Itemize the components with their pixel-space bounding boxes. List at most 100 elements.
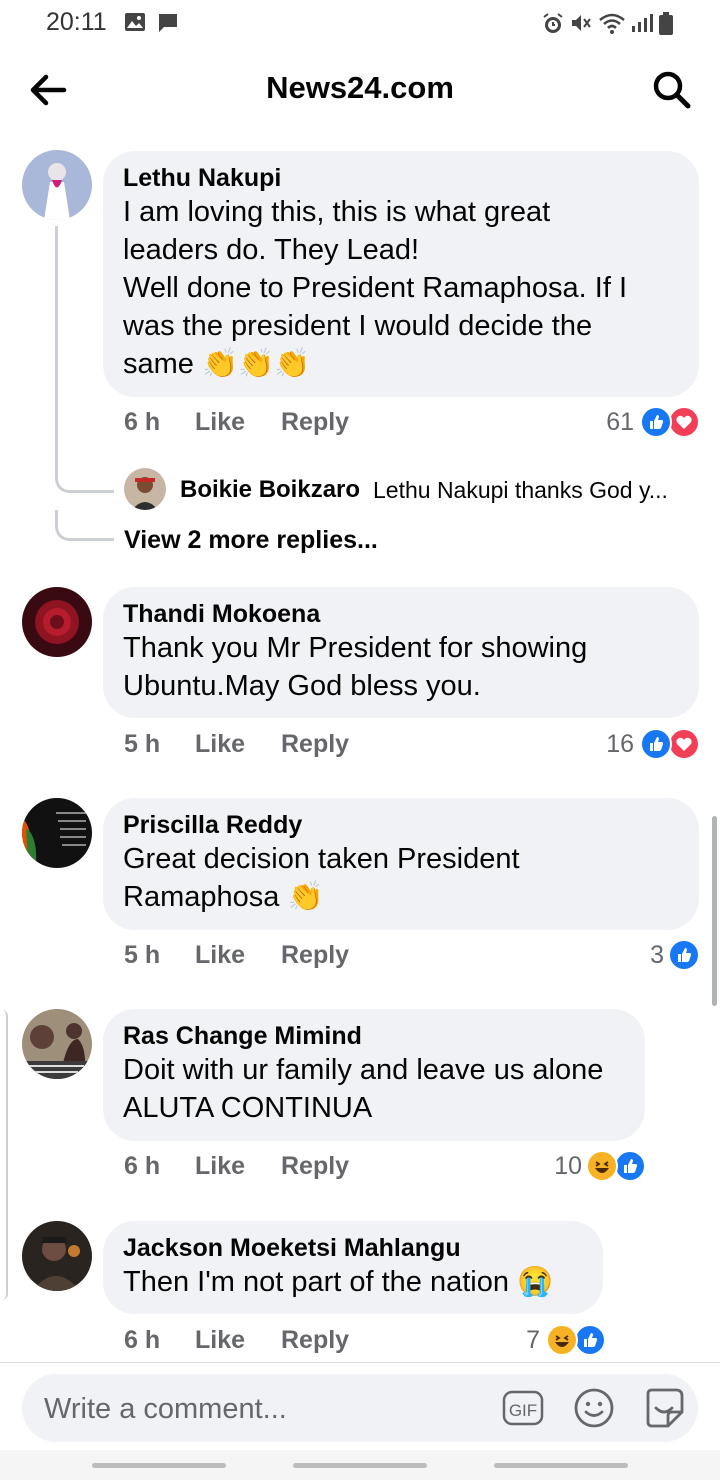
reply-author[interactable]: Boikie Boikzaro xyxy=(180,476,360,504)
emoji-icon[interactable] xyxy=(572,1386,616,1430)
reaction-count: 61 xyxy=(606,408,634,436)
clapping-hands-emoji: 👏👏👏 xyxy=(201,348,311,380)
comment-text-line: Doit with ur family and leave us alone xyxy=(123,1054,604,1086)
comment-author[interactable]: Lethu Nakupi xyxy=(123,163,679,193)
mute-icon xyxy=(572,15,591,31)
status-bar: 20:11 xyxy=(0,0,720,44)
clapping-hands-emoji: 👏 xyxy=(287,881,324,913)
like-reaction-icon xyxy=(574,1324,606,1356)
alarm-icon xyxy=(543,13,563,33)
comment-author[interactable]: Thandi Mokoena xyxy=(123,599,679,629)
nav-recent-apps[interactable] xyxy=(92,1463,226,1468)
comment-time[interactable]: 6 h xyxy=(124,1326,160,1355)
crying-face-emoji: 😭 xyxy=(517,1266,554,1298)
nav-home[interactable] xyxy=(293,1463,427,1468)
reaction-count: 7 xyxy=(526,1326,540,1354)
reply-button[interactable]: Reply xyxy=(281,408,349,437)
reaction-summary[interactable]: 7 xyxy=(508,1324,608,1358)
comment-bubble: Lethu Nakupi I am loving this, this is w… xyxy=(103,151,699,397)
comment-actions: 6 h Like Reply xyxy=(124,408,424,442)
reaction-count: 16 xyxy=(606,730,634,758)
comment-time[interactable]: 5 h xyxy=(124,941,160,970)
like-button[interactable]: Like xyxy=(195,941,245,970)
reaction-summary[interactable]: 16 xyxy=(600,728,700,762)
comment-bubble: Jackson Moeketsi Mahlangu Then I'm not p… xyxy=(103,1221,603,1314)
avatar[interactable] xyxy=(22,798,92,868)
comment-composer: GIF xyxy=(22,1374,698,1442)
love-reaction-icon xyxy=(668,406,700,438)
sticker-icon[interactable] xyxy=(640,1384,688,1432)
comment-author[interactable]: Ras Change Mimind xyxy=(123,1021,625,1051)
avatar[interactable] xyxy=(22,1009,92,1079)
comment-actions: 5 h Like Reply xyxy=(124,941,424,975)
comment-text-line: Great decision taken President xyxy=(123,843,520,875)
reply-button[interactable]: Reply xyxy=(281,730,349,759)
reply-text: Lethu Nakupi thanks God y... xyxy=(373,477,668,503)
like-reaction-icon xyxy=(614,1150,646,1182)
message-icon xyxy=(159,14,177,32)
reply-preview[interactable]: Boikie Boikzaro Lethu Nakupi thanks God … xyxy=(124,468,714,512)
comment-text-line: Well done to President Ramaphosa. If I xyxy=(123,272,628,304)
like-button[interactable]: Like xyxy=(195,408,245,437)
comment-text-line: Thank you Mr President for showing xyxy=(123,632,588,664)
comment-text-fragment: Ramaphosa xyxy=(123,881,280,913)
comment-text-line: Ubuntu.May God bless you. xyxy=(123,670,481,702)
comment-text-line: was the president I would decide the xyxy=(123,310,593,342)
comment-bubble: Thandi Mokoena Thank you Mr President fo… xyxy=(103,587,699,718)
like-reaction-icon xyxy=(640,406,672,438)
reply-button[interactable]: Reply xyxy=(281,941,349,970)
comment-text-line: leaders do. They Lead! xyxy=(123,234,420,266)
like-reaction-icon xyxy=(640,728,672,760)
comment-text-line: ALUTA CONTINUA xyxy=(123,1092,373,1124)
gallery-icon xyxy=(125,13,145,31)
comment-text-line: I am loving this, this is what great xyxy=(123,196,551,228)
signal-icon xyxy=(632,14,653,32)
comment-text-fragment: same xyxy=(123,348,194,380)
avatar[interactable] xyxy=(22,587,92,657)
thread-edge-line xyxy=(0,1010,8,1300)
reaction-count: 3 xyxy=(650,941,664,969)
comment-author[interactable]: Jackson Moeketsi Mahlangu xyxy=(123,1233,583,1263)
wifi-icon xyxy=(599,13,625,34)
like-button[interactable]: Like xyxy=(195,1326,245,1355)
avatar[interactable] xyxy=(124,468,166,510)
reaction-summary[interactable]: 10 xyxy=(546,1150,646,1184)
comment-input[interactable] xyxy=(42,1384,486,1434)
comment-actions: 5 h Like Reply xyxy=(124,730,424,764)
search-icon[interactable] xyxy=(650,68,694,112)
comment-text-fragment: Then I'm not part of the nation xyxy=(123,1266,509,1298)
comment-time[interactable]: 6 h xyxy=(124,408,160,437)
comment-bubble: Priscilla Reddy Great decision taken Pre… xyxy=(103,798,699,930)
thread-line xyxy=(55,226,58,466)
reaction-count: 10 xyxy=(554,1152,582,1180)
like-button[interactable]: Like xyxy=(195,730,245,759)
haha-reaction-icon xyxy=(546,1324,578,1356)
top-bar: News24.com xyxy=(0,50,720,130)
love-reaction-icon xyxy=(668,728,700,760)
comment-text-line: Then I'm not part of the nation 😭 xyxy=(123,1263,583,1301)
view-more-replies[interactable]: View 2 more replies... xyxy=(124,526,378,555)
comment-bubble: Ras Change Mimind Doit with ur family an… xyxy=(103,1009,645,1141)
avatar[interactable] xyxy=(22,1221,92,1291)
comment-author[interactable]: Priscilla Reddy xyxy=(123,810,679,840)
page-title: News24.com xyxy=(266,70,454,105)
reaction-summary[interactable]: 3 xyxy=(630,939,700,973)
nav-back[interactable] xyxy=(494,1463,628,1468)
like-button[interactable]: Like xyxy=(195,1152,245,1181)
thread-connector xyxy=(55,510,114,541)
comment-actions: 6 h Like Reply xyxy=(124,1326,424,1360)
like-reaction-icon xyxy=(668,939,700,971)
scrollbar[interactable] xyxy=(712,816,717,1006)
comment-actions: 6 h Like Reply xyxy=(124,1152,424,1186)
comment-text-line: same 👏👏👏 xyxy=(123,345,679,383)
avatar[interactable] xyxy=(22,150,92,220)
gif-label: GIF xyxy=(509,1401,537,1420)
reply-button[interactable]: Reply xyxy=(281,1152,349,1181)
gif-icon[interactable]: GIF xyxy=(502,1388,544,1428)
battery-icon xyxy=(659,12,673,35)
reaction-summary[interactable]: 61 xyxy=(600,406,700,440)
comment-time[interactable]: 6 h xyxy=(124,1152,160,1181)
reply-button[interactable]: Reply xyxy=(281,1326,349,1355)
thread-connector xyxy=(55,462,114,493)
comment-time[interactable]: 5 h xyxy=(124,730,160,759)
